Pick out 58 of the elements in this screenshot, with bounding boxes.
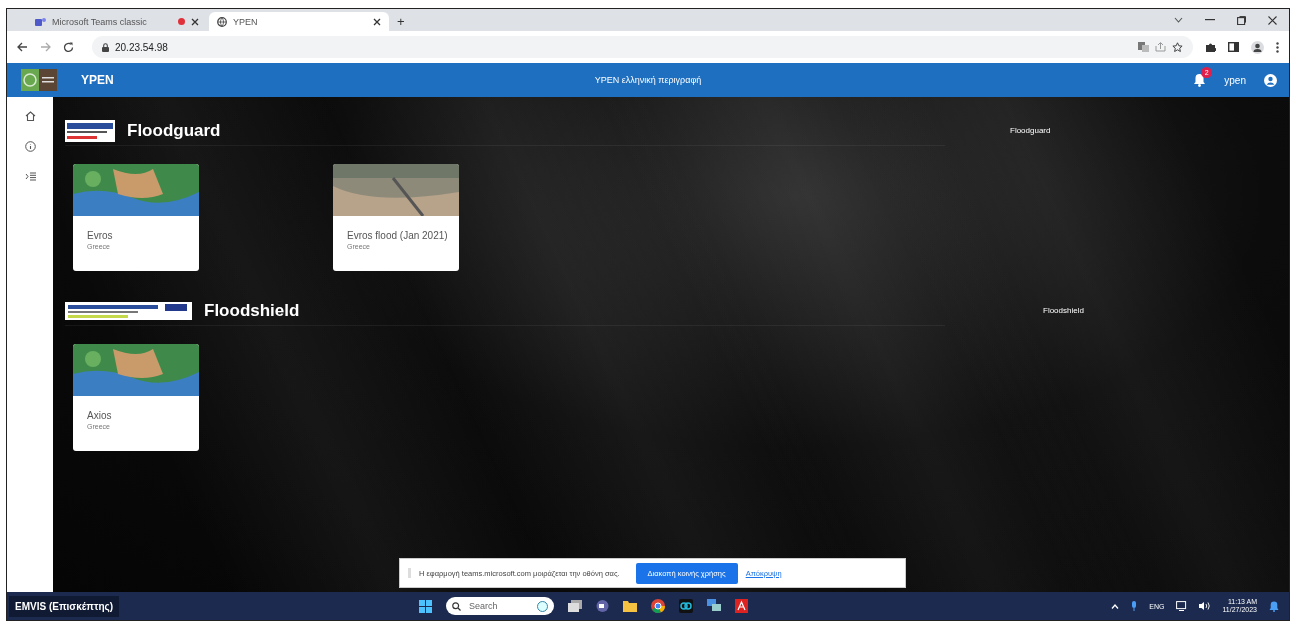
chevron-down-icon[interactable] [1174,17,1183,23]
microphone-icon[interactable] [1131,601,1138,611]
more-vertical-icon[interactable] [1276,41,1279,53]
close-icon[interactable] [1268,15,1277,25]
computers-icon[interactable] [707,599,721,613]
translate-icon[interactable] [1138,42,1149,52]
webex-icon[interactable] [679,599,693,613]
tab-title: Microsoft Teams classic [52,16,148,27]
side-panel-icon[interactable] [1228,42,1239,52]
speaker-icon[interactable] [1199,601,1211,611]
browser-tab[interactable]: Microsoft Teams classic [27,12,207,31]
minimize-icon[interactable] [1205,19,1215,21]
search-icon [452,601,461,611]
back-arrow-icon[interactable] [17,42,28,52]
guest-user-label: EMVIS (Επισκέπτης) [9,595,120,617]
profile-icon[interactable] [1251,40,1264,54]
app-title: YPEN [81,73,114,87]
pdf-reader-icon[interactable] [735,599,748,613]
app-subtitle: YPEN ελληνική περιγραφή [594,75,702,85]
user-name[interactable]: ypen [1224,74,1246,86]
task-view-icon[interactable] [568,600,582,612]
section-title: Floodshield [204,301,300,321]
reload-icon[interactable] [63,41,74,53]
section-label: Floodshield [1043,306,1084,315]
chat-icon[interactable] [596,600,609,612]
notification-bell-icon[interactable] [1269,600,1279,612]
share-icon[interactable] [1155,42,1166,52]
browser-tab[interactable]: YPEN [209,12,389,31]
chevron-up-icon[interactable] [1111,603,1120,609]
home-icon[interactable] [24,111,36,121]
section-label: Floodguard [1010,126,1051,135]
card-title: Evros flood (Jan 2021) [346,229,449,241]
close-icon[interactable] [191,17,199,26]
bell-icon[interactable] [1193,73,1207,87]
info-icon[interactable] [24,141,36,152]
logo-banner [65,120,115,142]
globe-icon [217,16,227,27]
folder-icon[interactable] [623,600,637,612]
account-icon[interactable] [1264,73,1277,87]
close-icon[interactable] [373,17,381,26]
restore-icon[interactable] [1237,15,1246,25]
section-title: Floodguard [127,121,221,141]
logo-icon [21,69,57,91]
card-title: Axios [86,409,113,421]
network-icon[interactable] [1176,601,1188,611]
people-icon [35,16,46,27]
list-indent-icon[interactable] [24,172,36,181]
new-tab-button[interactable]: + [391,14,411,29]
windows-start-icon[interactable] [419,599,432,613]
taskbar-search-field[interactable]: Search [446,597,554,615]
puzzle-icon[interactable] [1205,41,1216,53]
bing-icon [537,600,548,612]
tab-title: YPEN [233,16,259,27]
address-field[interactable]: 20.23.54.98 [92,36,1193,58]
card-title: Evros [86,229,114,241]
lock-icon [102,42,109,52]
chrome-icon[interactable] [651,599,665,613]
star-icon[interactable] [1172,41,1183,53]
